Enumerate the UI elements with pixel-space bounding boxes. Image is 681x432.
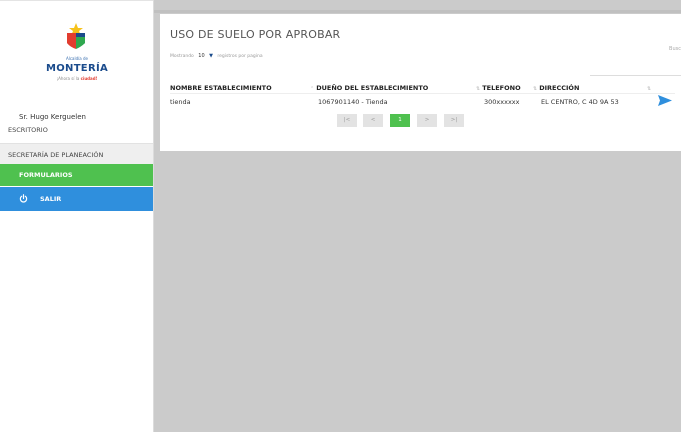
pager-first[interactable]: |< [337,114,357,127]
logo-name: MONTERÍA [45,63,109,74]
sort-icon: ⇅ [476,86,481,92]
power-icon [19,193,28,202]
cell-telefono: 300xxxxxx [484,98,520,106]
nav-formularios[interactable]: FORMULARIOS [0,164,154,186]
col-dueno-header[interactable]: ⌃ DUEÑO DEL ESTABLECIMIENTO [310,84,428,92]
page-title: USO DE SUELO POR APROBAR [170,28,341,41]
logo-tagline: ¡Ahora sí la ciudad! [56,76,98,81]
pager-prev[interactable]: < [363,114,383,127]
table-card: USO DE SUELO POR APROBAR Mostrando 10 ▼ … [160,14,681,151]
col-direccion-header[interactable]: ⇅ DIRECCIÓN [533,84,579,92]
sidebar: Alcaldía de MONTERÍA ¡Ahora sí la ciudad… [0,0,154,432]
send-icon[interactable] [658,95,672,106]
col-nombre-header[interactable]: NOMBRE ESTABLECIMIENTO [170,84,272,92]
showing-prefix: Mostrando [170,54,194,59]
top-divider [154,10,681,13]
page-size-select[interactable]: 10 [198,53,204,59]
search-label: Busc [669,46,681,52]
sort-icon: ⌃ [310,86,315,92]
pager-last[interactable]: >| [444,114,464,127]
col-telefono-header[interactable]: ⇅ TELEFONO [476,84,521,92]
cell-nombre: tienda [170,98,191,106]
sort-icon: ⇅ [647,86,652,92]
sort-icon: ⇅ [533,86,538,92]
cell-dueno: 1067901140 - Tienda [318,98,388,106]
logo-alcaldia-text: Alcaldía de [66,56,88,61]
chevron-down-icon[interactable]: ▼ [209,53,213,59]
search-input[interactable] [590,75,681,76]
page-size-control: Mostrando 10 ▼ registros por pagina [170,53,263,59]
salir-label: SALIR [40,195,62,203]
pager-next[interactable]: > [417,114,437,127]
logo: Alcaldía de MONTERÍA ¡Ahora sí la ciudad… [0,15,154,95]
col-actions-header[interactable]: ⇅ [647,84,653,92]
shield-logo-icon [67,23,85,49]
header-separator [170,93,675,94]
cell-direccion: EL CENTRO, C 4D 9A 53 [541,98,619,106]
main-area: USO DE SUELO POR APROBAR Mostrando 10 ▼ … [154,0,681,432]
nav-secretaria-planeacion[interactable]: SECRETARÍA DE PLANEACIÓN [0,143,154,165]
showing-suffix: registros por pagina [217,54,263,59]
nav-salir-button[interactable]: SALIR [0,187,154,211]
pager-current[interactable]: 1 [390,114,410,127]
nav-escritorio[interactable]: ESCRITORIO [0,119,154,141]
